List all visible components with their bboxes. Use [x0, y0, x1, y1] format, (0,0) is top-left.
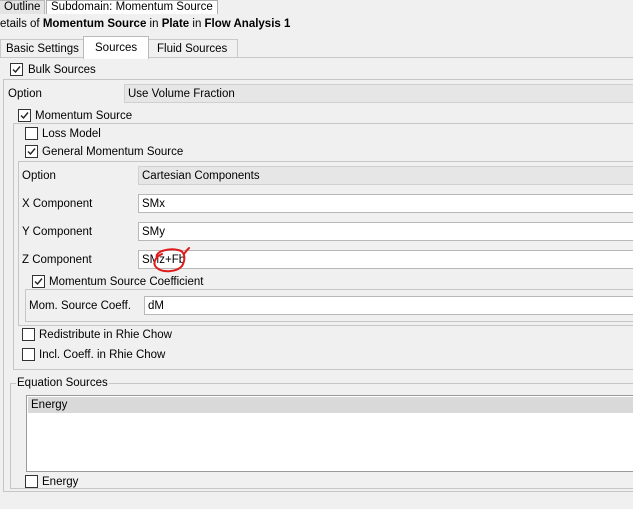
title-object: Momentum Source	[42, 18, 147, 30]
tab-sources[interactable]: Sources	[83, 36, 150, 59]
checkmark-icon	[27, 148, 36, 156]
checkmark-icon	[20, 112, 29, 120]
list-item[interactable]: Energy	[28, 397, 633, 413]
redistribute-checkbox[interactable]	[22, 328, 35, 341]
energy-label: Energy	[42, 476, 79, 488]
title-prefix: etails of	[0, 18, 43, 30]
y-component-label: Y Component	[22, 226, 93, 238]
title-in2: in	[189, 18, 205, 30]
tab-fluid-sources[interactable]: Fluid Sources	[146, 39, 239, 58]
equation-sources-list[interactable]: Energy	[26, 395, 633, 472]
tab-subdomain[interactable]: Subdomain: Momentum Source	[46, 0, 218, 14]
x-component-input[interactable]: SMx	[138, 194, 633, 213]
option2-label: Option	[22, 170, 56, 182]
general-momentum-label: General Momentum Source	[42, 146, 184, 158]
incl-coeff-checkbox[interactable]	[22, 348, 35, 361]
top-tab-strip: Outline Subdomain: Momentum Source	[0, 0, 633, 14]
bulk-sources-checkbox[interactable]	[10, 63, 23, 76]
checkmark-icon	[34, 278, 43, 286]
momentum-coeff-checkbox[interactable]	[32, 275, 45, 288]
details-title: etails of Momentum Source in Plate in Fl…	[0, 15, 290, 33]
option2-select[interactable]: Cartesian Components	[138, 166, 633, 185]
title-analysis: Flow Analysis 1	[204, 18, 291, 30]
option-select[interactable]: Use Volume Fraction	[124, 84, 633, 103]
x-component-label: X Component	[22, 198, 93, 210]
mom-source-coeff-input[interactable]: dM	[144, 296, 633, 315]
mom-source-coeff-label: Mom. Source Coeff.	[29, 300, 132, 312]
equation-sources-label: Equation Sources	[16, 376, 109, 390]
momentum-coeff-label: Momentum Source Coefficient	[49, 276, 204, 288]
option-label: Option	[8, 88, 42, 100]
loss-model-label: Loss Model	[42, 128, 101, 140]
bulk-sources-label: Bulk Sources	[28, 64, 96, 76]
energy-checkbox[interactable]	[25, 475, 38, 488]
checkmark-icon	[12, 66, 21, 74]
momentum-source-label: Momentum Source	[35, 110, 133, 122]
y-component-input[interactable]: SMy	[138, 222, 633, 241]
tab-basic-settings[interactable]: Basic Settings	[0, 39, 85, 58]
general-momentum-checkbox[interactable]	[25, 145, 38, 158]
z-component-label: Z Component	[22, 254, 92, 266]
redistribute-label: Redistribute in Rhie Chow	[39, 329, 172, 341]
title-domain: Plate	[161, 18, 190, 30]
momentum-source-checkbox[interactable]	[18, 109, 31, 122]
title-in1: in	[146, 18, 162, 30]
incl-coeff-label: Incl. Coeff. in Rhie Chow	[39, 349, 166, 361]
z-component-input[interactable]: SMz+Fb	[138, 250, 633, 269]
loss-model-checkbox[interactable]	[25, 127, 38, 140]
tab-outline[interactable]: Outline	[0, 0, 46, 14]
